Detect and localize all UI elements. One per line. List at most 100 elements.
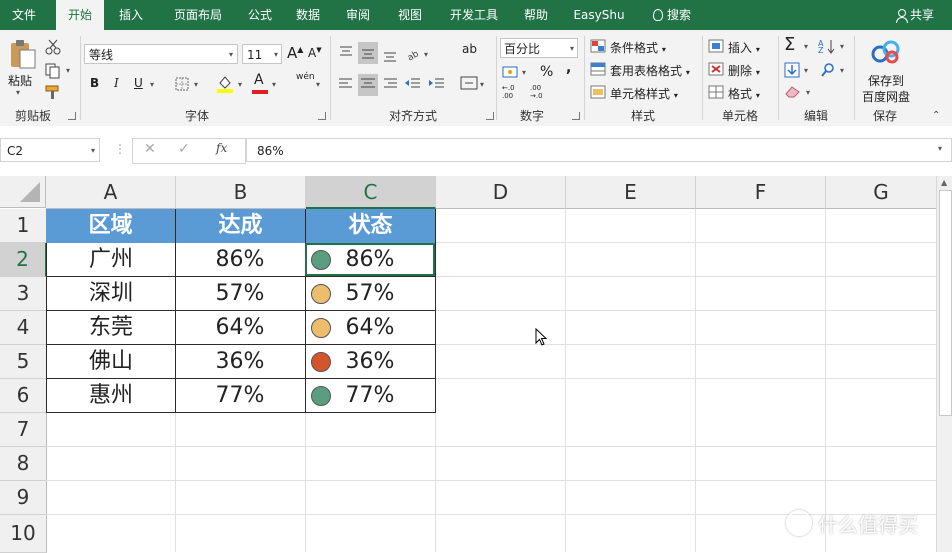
formula-input[interactable]: 86% [246, 138, 952, 162]
name-box[interactable]: C2 ▾ [0, 138, 100, 162]
percent-style-button[interactable]: % [540, 64, 553, 80]
font-color-icon[interactable]: A [254, 72, 264, 88]
find-dropdown-icon[interactable]: ▾ [840, 66, 844, 75]
merge-center-icon[interactable] [460, 74, 478, 92]
insert-cells-button[interactable]: 插入 ▾ [728, 39, 760, 56]
orientation-icon[interactable]: ab [404, 44, 422, 62]
tab-home[interactable]: 开始 [56, 0, 104, 30]
currency-dropdown-icon[interactable]: ▾ [522, 68, 526, 77]
delete-cells-button[interactable]: 删除 ▾ [728, 62, 760, 79]
font-size-select[interactable]: 11 ▾ [242, 44, 282, 64]
increase-decimal-icon[interactable]: ←.0 .00 [502, 84, 522, 100]
cancel-icon[interactable]: ✕ [144, 141, 156, 157]
formula-bar-handle[interactable]: ⋮ [114, 142, 126, 156]
table-row-cell[interactable]: 86% [175, 243, 306, 277]
tab-search[interactable]: 搜索 [642, 0, 702, 30]
tab-page-layout[interactable]: 页面布局 [162, 0, 234, 30]
tab-review[interactable]: 审阅 [336, 0, 380, 30]
column-header-e[interactable]: E [566, 176, 696, 209]
format-table-icon[interactable] [590, 62, 606, 76]
underline-dropdown-icon[interactable]: ▾ [150, 80, 154, 89]
align-left-icon[interactable] [338, 76, 354, 92]
clear-icon[interactable] [784, 84, 802, 98]
align-bottom-icon[interactable] [382, 48, 398, 64]
tab-file[interactable]: 文件 [0, 0, 48, 30]
number-format-select[interactable]: 百分比 ▾ [500, 38, 578, 58]
find-select-icon[interactable] [820, 62, 836, 78]
table-row-cell[interactable]: 64% [175, 311, 306, 345]
table-row-cell[interactable]: 惠州 [46, 379, 176, 413]
table-row-cell[interactable]: 东莞 [46, 311, 176, 345]
phonetic-icon[interactable]: wén [296, 72, 315, 82]
insert-cells-icon[interactable] [708, 39, 724, 53]
copy-icon[interactable] [44, 62, 62, 80]
select-all-corner[interactable] [0, 176, 46, 208]
row-header-5[interactable]: 5 [0, 345, 47, 379]
share-button[interactable]: 共享 [895, 0, 934, 30]
decrease-font-icon[interactable]: A▼ [308, 46, 322, 60]
fill-color-icon[interactable] [216, 74, 234, 94]
table-row-cell[interactable]: 广州 [46, 243, 176, 277]
sort-filter-icon[interactable]: AZ [818, 38, 836, 54]
tab-developer[interactable]: 开发工具 [440, 0, 508, 30]
check-icon[interactable]: ✓ [178, 141, 190, 157]
paste-dropdown-icon[interactable]: ▾ [16, 88, 20, 97]
wrap-text-icon[interactable]: ab [462, 42, 477, 56]
row-header-3[interactable]: 3 [0, 277, 47, 311]
copy-dropdown-icon[interactable]: ▾ [66, 66, 70, 75]
tab-formulas[interactable]: 公式 [238, 0, 282, 30]
row-header-7[interactable]: 7 [0, 413, 47, 447]
column-header-a[interactable]: A [46, 176, 176, 209]
fill-down-icon[interactable] [784, 62, 800, 78]
scrollbar-thumb[interactable] [939, 190, 952, 416]
scroll-up-icon[interactable]: ▲ [941, 178, 947, 187]
autosum-dropdown-icon[interactable]: ▾ [804, 42, 808, 51]
row-header-1[interactable]: 1 [0, 209, 47, 243]
font-name-select[interactable]: 等线 ▾ [84, 44, 238, 64]
row-header-2[interactable]: 2 [0, 243, 47, 277]
column-header-f[interactable]: F [696, 176, 826, 209]
currency-icon[interactable] [502, 64, 522, 80]
fill-color-dropdown-icon[interactable]: ▾ [238, 80, 242, 89]
clear-dropdown-icon[interactable]: ▾ [806, 88, 810, 97]
alignment-launcher-icon[interactable] [486, 112, 494, 120]
tab-data[interactable]: 数据 [286, 0, 330, 30]
sort-dropdown-icon[interactable]: ▾ [840, 42, 844, 51]
fill-dropdown-icon[interactable]: ▾ [804, 66, 808, 75]
table-row-cell[interactable]: 佛山 [46, 345, 176, 379]
table-row-cell[interactable]: 36% [175, 345, 306, 379]
collapse-ribbon-icon[interactable]: ⌃ [932, 110, 940, 121]
format-cells-button[interactable]: 格式 ▾ [728, 85, 760, 102]
save-to-baidu-line1[interactable]: 保存到 [868, 72, 904, 89]
borders-dropdown-icon[interactable]: ▾ [194, 80, 198, 89]
format-table-button[interactable]: 套用表格格式 ▾ [610, 62, 690, 79]
baidu-cloud-icon[interactable] [870, 38, 902, 66]
tab-insert[interactable]: 插入 [108, 0, 154, 30]
table-row-cell[interactable]: 深圳 [46, 277, 176, 311]
font-launcher-icon[interactable] [318, 112, 326, 120]
row-header-10[interactable]: 10 [0, 515, 47, 553]
orientation-dropdown-icon[interactable]: ▾ [424, 50, 428, 59]
tab-view[interactable]: 视图 [388, 0, 432, 30]
bold-button[interactable]: B [90, 76, 99, 90]
format-painter-icon[interactable] [44, 84, 62, 100]
align-center-icon[interactable] [360, 76, 376, 92]
header-cell-status[interactable]: 状态 [306, 209, 436, 243]
align-top-icon[interactable] [338, 44, 354, 60]
row-header-9[interactable]: 9 [0, 481, 47, 515]
comma-style-button[interactable]: , [566, 60, 571, 76]
clipboard-launcher-icon[interactable] [68, 112, 76, 120]
autosum-icon[interactable]: Σ [784, 34, 795, 55]
conditional-format-button[interactable]: 条件格式 ▾ [610, 39, 666, 56]
table-row-cell[interactable]: 57% [175, 277, 306, 311]
align-right-icon[interactable] [382, 76, 398, 92]
underline-button[interactable]: U [134, 76, 143, 90]
row-header-6[interactable]: 6 [0, 379, 47, 413]
row-header-4[interactable]: 4 [0, 311, 47, 345]
table-row-cell[interactable]: 77% [175, 379, 306, 413]
decrease-decimal-icon[interactable]: .00 →.0 [530, 84, 550, 100]
column-header-c[interactable]: C [306, 176, 436, 209]
save-to-baidu-line2[interactable]: 百度网盘 [862, 88, 910, 105]
italic-button[interactable]: I [114, 76, 119, 90]
insert-function-icon[interactable]: fx [216, 141, 227, 155]
